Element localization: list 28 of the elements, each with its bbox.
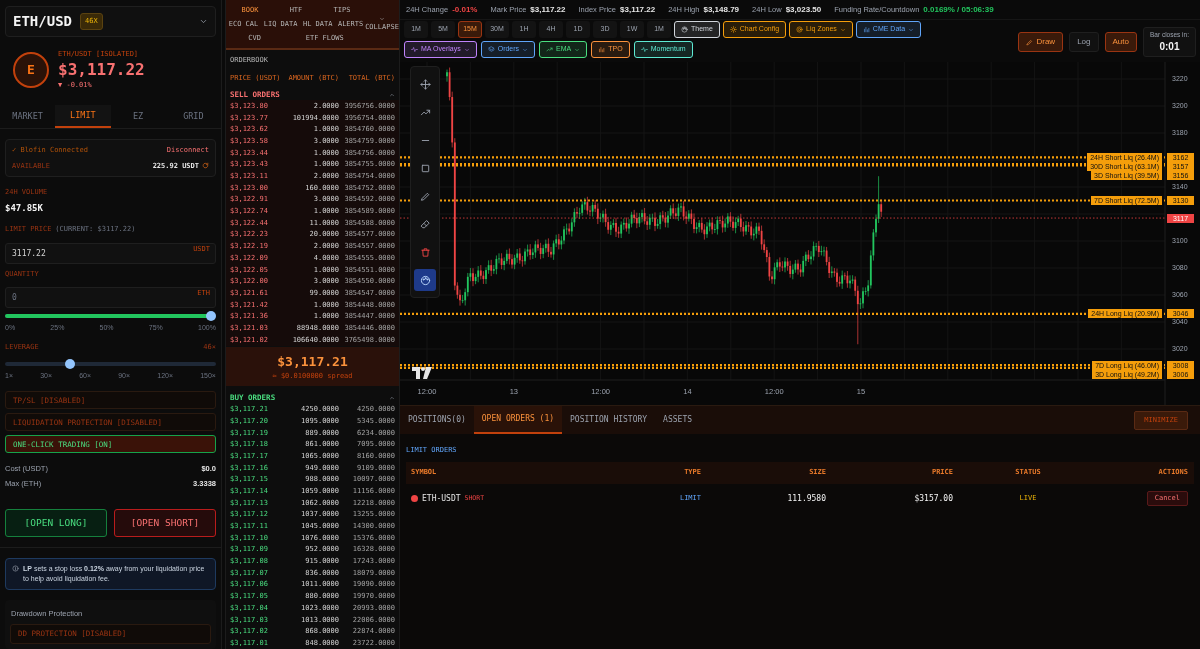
order-symbol: ETH-USDT — [422, 492, 461, 505]
bottom-tab[interactable]: OPEN ORDERS (1) — [473, 406, 563, 434]
order-tab[interactable]: LIMIT — [55, 105, 111, 129]
stat-value: $3,117.22 — [530, 3, 566, 16]
chart-control-button[interactable]: Auto — [1104, 32, 1137, 52]
chart-control-button[interactable]: Log — [1069, 32, 1099, 52]
open-long-button[interactable]: [OPEN LONG] — [5, 508, 107, 537]
order-price: $3157.00 — [913, 492, 953, 505]
bottom-tab[interactable]: POSITION HISTORY — [562, 406, 656, 434]
open-short-button[interactable]: [OPEN SHORT] — [114, 508, 216, 537]
order-tab[interactable]: EZ — [110, 105, 166, 129]
bar-timer-value: 0:01 — [1159, 40, 1180, 55]
stat-value: $3,023.50 — [785, 3, 822, 16]
stat-value: 0.0169% / 05:06:39 — [923, 3, 994, 16]
bottom-tab[interactable]: ASSETS — [655, 406, 700, 434]
stat-value: $3,148.79 — [703, 3, 740, 16]
bottom-tab[interactable]: POSITIONS(0) — [400, 406, 474, 434]
coin-avatar: E — [13, 51, 49, 88]
stat-value: $3,117.22 — [620, 3, 656, 16]
order-size: 111.9580 — [786, 492, 826, 505]
chart-control-button[interactable]: Draw — [1018, 32, 1064, 52]
ticker-price: $3,117.22 — [58, 59, 145, 80]
order-tab[interactable]: GRID — [165, 105, 221, 129]
volume-value: $47.85K — [5, 201, 44, 215]
pair-symbol: ETH/USD — [13, 12, 72, 32]
mid-price: $3,117.21 — [277, 352, 348, 371]
stat-value: -0.01% — [452, 3, 478, 16]
order-tab[interactable]: MARKET — [0, 105, 56, 129]
